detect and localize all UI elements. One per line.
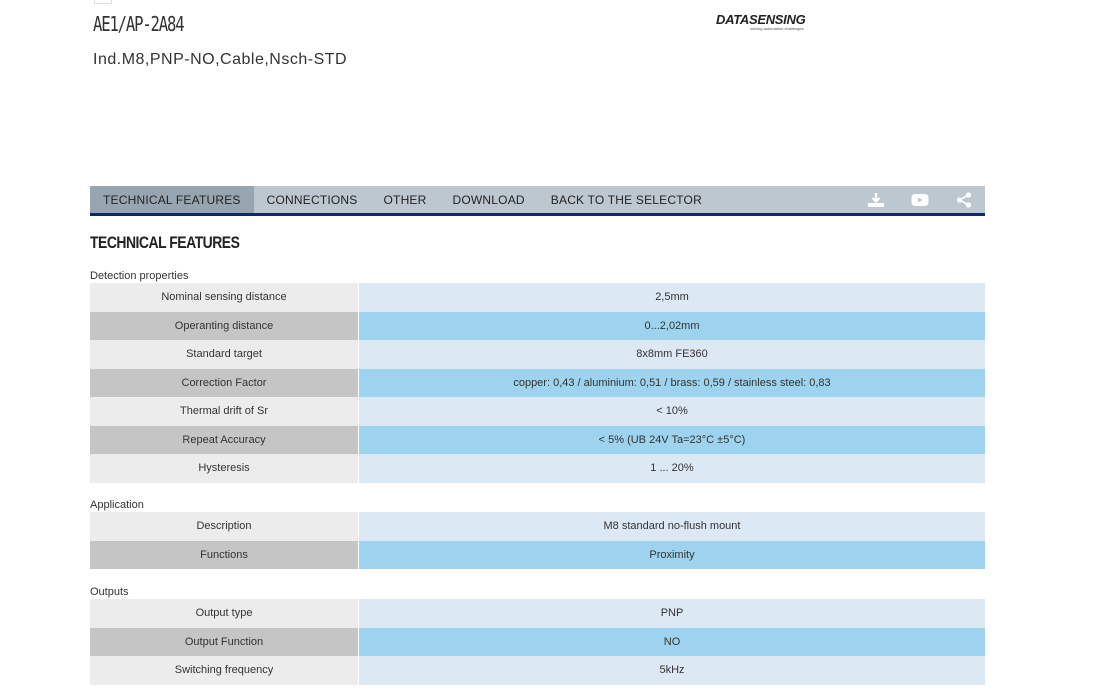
row-label: Output type [90, 599, 359, 628]
product-code: AE1/AP-2A84 [93, 12, 185, 36]
row-value: NO [359, 627, 985, 656]
logo-tagline: solving automation challenges [750, 26, 804, 31]
tab-label: BACK TO THE SELECTOR [550, 192, 702, 207]
row-value: 1 ... 20% [359, 454, 985, 483]
tab-label: DOWNLOAD [452, 192, 525, 207]
table-row: Repeat Accuracy < 5% (UB 24V Ta=23°C ±5°C… [90, 425, 985, 454]
table-row: Nominal sensing distance 2,5mm [90, 283, 985, 312]
row-value: 2,5mm [359, 283, 985, 312]
row-label: Thermal drift of Sr [90, 397, 359, 426]
row-value: < 5% (UB 24V Ta=23°C ±5°C) [359, 425, 985, 454]
table-row: Thermal drift of Sr < 10% [90, 397, 985, 426]
tab-technical-features[interactable]: TECHNICAL FEATURES [90, 186, 254, 213]
row-value: M8 standard no-flush mount [359, 512, 985, 541]
outputs-table: Output type PNP Output Function NO Switchi… [90, 599, 985, 685]
row-label: Nominal sensing distance [90, 283, 359, 312]
tab-label: OTHER [383, 192, 427, 207]
product-nav-bar: TECHNICAL FEATURES CONNECTIONS OTHER DOW… [90, 186, 985, 216]
section-title: TECHNICAL FEATURES [90, 233, 240, 252]
share-icon[interactable] [955, 191, 973, 208]
table-row: Hysteresis 1 ... 20% [90, 454, 985, 483]
row-label: Output Function [90, 627, 359, 656]
logo-text: DATASENSING [716, 12, 806, 27]
group-label-outputs: Outputs [90, 586, 129, 598]
nav-icon-group [867, 186, 985, 213]
row-value: copper: 0,43 / aluminium: 0,51 / brass: … [359, 368, 985, 397]
row-label: Correction Factor [90, 368, 359, 397]
table-row: Output Function NO [90, 627, 985, 656]
group-label-application: Application [90, 499, 144, 511]
row-label: Repeat Accuracy [90, 425, 359, 454]
row-label: Description [90, 512, 359, 541]
row-value: Proximity [359, 540, 985, 569]
tab-label: CONNECTIONS [266, 192, 358, 207]
row-value: 8x8mm FE360 [359, 340, 985, 369]
tab-label: TECHNICAL FEATURES [103, 192, 241, 207]
group-label-detection: Detection properties [90, 270, 189, 282]
table-row: Functions Proximity [90, 540, 985, 569]
tab-other[interactable]: OTHER [371, 186, 440, 213]
table-row: Standard target 8x8mm FE360 [90, 340, 985, 369]
table-row: Correction Factor copper: 0,43 / aluminiu… [90, 368, 985, 397]
row-label: Hysteresis [90, 454, 359, 483]
table-row: Output type PNP [90, 599, 985, 628]
application-table: Description M8 standard no-flush mount Fu… [90, 512, 985, 569]
row-value: PNP [359, 599, 985, 628]
top-tab-handle [94, 0, 112, 4]
row-value: < 10% [359, 397, 985, 426]
youtube-icon[interactable] [911, 192, 929, 208]
row-label: Switching frequency [90, 656, 359, 685]
tab-connections[interactable]: CONNECTIONS [254, 186, 371, 213]
table-row: Description M8 standard no-flush mount [90, 512, 985, 541]
table-row: Operanting distance 0...2,02mm [90, 311, 985, 340]
row-label: Standard target [90, 340, 359, 369]
detection-properties-table: Nominal sensing distance 2,5mm Operanting… [90, 283, 985, 483]
tab-download[interactable]: DOWNLOAD [440, 186, 538, 213]
row-value: 5kHz [359, 656, 985, 685]
download-icon[interactable] [867, 192, 885, 208]
table-row: Switching frequency 5kHz [90, 656, 985, 685]
row-value: 0...2,02mm [359, 311, 985, 340]
row-label: Functions [90, 540, 359, 569]
datasensing-logo[interactable]: DATASENSING solving automation challenge… [716, 12, 808, 34]
product-description: Ind.M8,PNP-NO,Cable,Nsch-STD [93, 51, 348, 68]
tab-back-to-selector[interactable]: BACK TO THE SELECTOR [538, 186, 715, 213]
row-label: Operanting distance [90, 311, 359, 340]
